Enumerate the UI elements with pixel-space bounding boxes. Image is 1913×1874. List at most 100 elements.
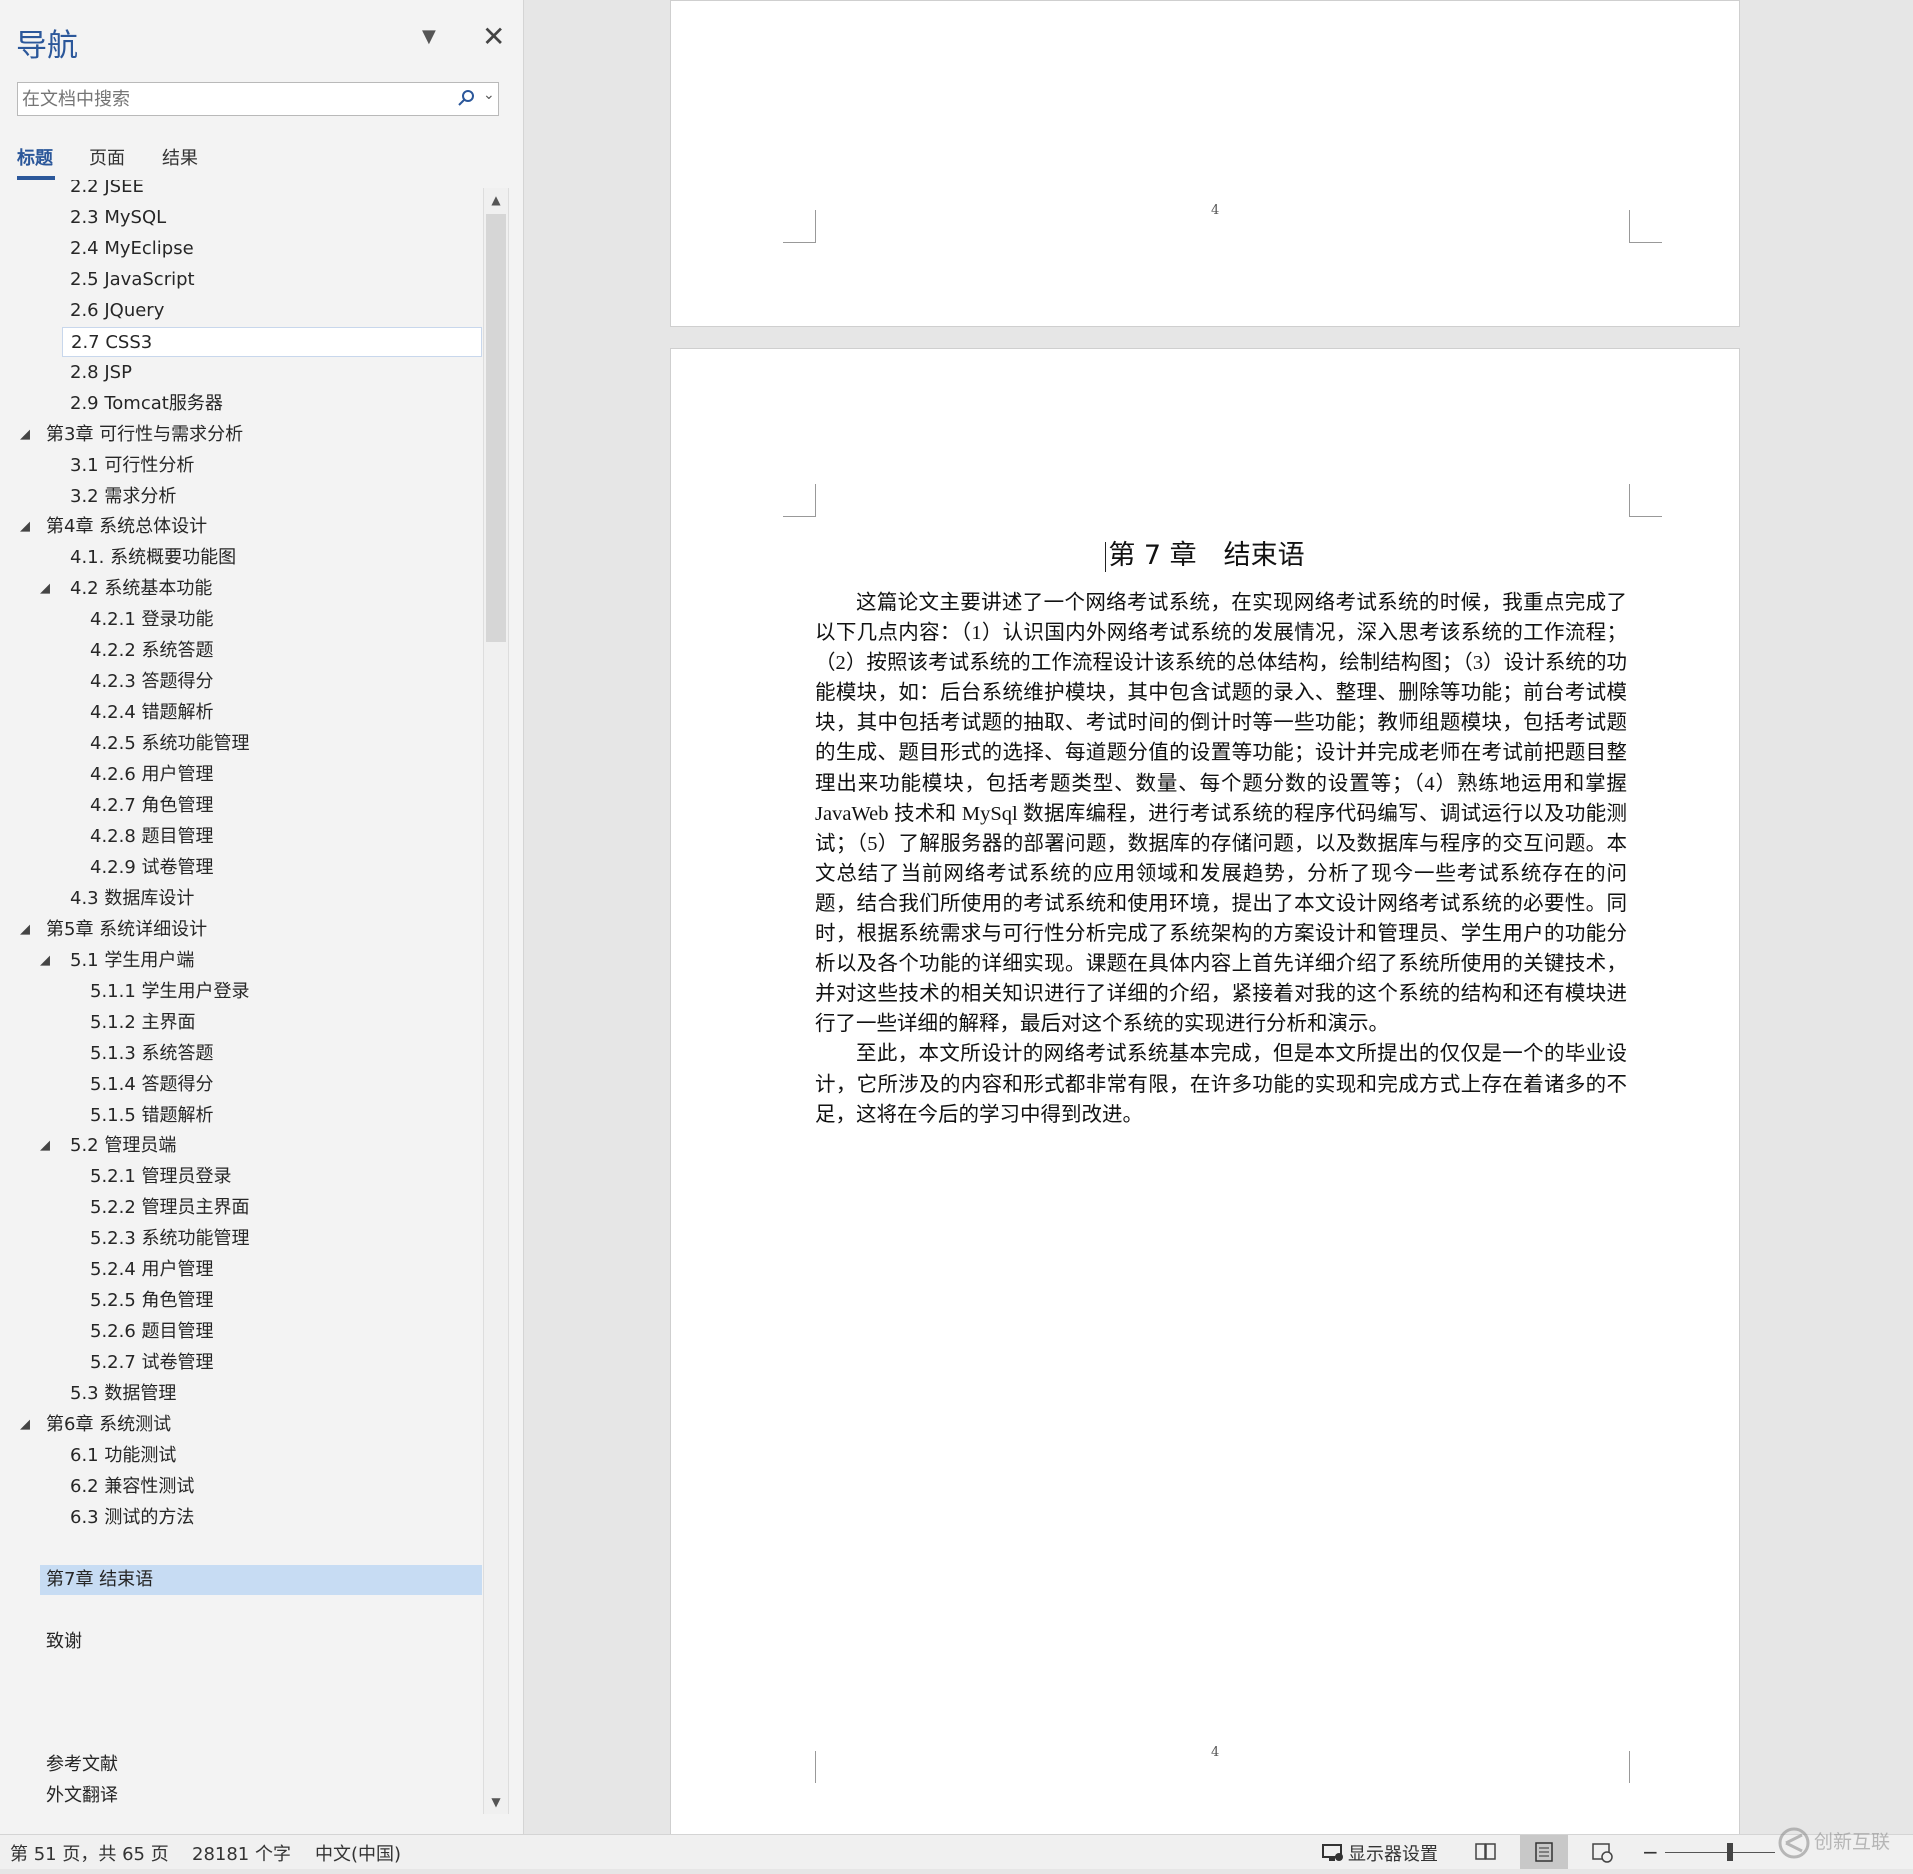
heading-item[interactable]: 2.8 JSP: [0, 358, 482, 388]
heading-item[interactable]: 5.2.6 题目管理: [0, 1317, 482, 1347]
heading-item[interactable]: 4.2.6 用户管理: [0, 760, 482, 790]
chevron-down-icon[interactable]: ▼: [422, 26, 436, 47]
heading-item[interactable]: 6.2 兼容性测试: [0, 1472, 482, 1502]
expand-triangle-icon[interactable]: ◢: [40, 1131, 50, 1161]
heading-item-label: 2.9 Tomcat服务器: [70, 392, 223, 414]
heading-item[interactable]: ◢ 4.2 系统基本功能: [0, 574, 482, 604]
heading-item[interactable]: 2.7 CSS3: [62, 326, 482, 357]
heading-item-label: 3.2 需求分析: [70, 485, 177, 507]
heading-item[interactable]: 2.3 MySQL: [0, 203, 482, 233]
heading-item[interactable]: 5.2.1 管理员登录: [0, 1162, 482, 1192]
heading-item[interactable]: 4.2.3 答题得分: [0, 667, 482, 697]
heading-item[interactable]: 2.5 JavaScript: [0, 265, 482, 295]
scrollbar-thumb[interactable]: [486, 214, 506, 642]
heading-item[interactable]: 3.2 需求分析: [0, 482, 482, 512]
display-settings-label[interactable]: 显示器设置: [1348, 1840, 1438, 1866]
expand-triangle-icon[interactable]: ◢: [20, 512, 30, 542]
heading-item[interactable]: 4.2.8 题目管理: [0, 822, 482, 852]
heading-item-label: 2.3 MySQL: [70, 206, 167, 228]
paragraph[interactable]: 至此，本文所设计的网络考试系统基本完成，但是本文所提出的仅仅是一个的毕业设计，它…: [815, 1039, 1627, 1129]
scroll-down-icon[interactable]: ▼: [484, 1790, 508, 1814]
heading-item[interactable]: 2.2 JSEE: [0, 180, 482, 202]
expand-triangle-icon[interactable]: ◢: [40, 946, 50, 976]
body-text[interactable]: 这篇论文主要讲述了一个网络考试系统，在实现网络考试系统的时候，我重点完成了以下几…: [815, 588, 1627, 1130]
heading-item[interactable]: 2.6 JQuery: [0, 296, 482, 326]
heading-item[interactable]: 4.2.2 系统答题: [0, 636, 482, 666]
heading-item[interactable]: ◢ 5.1 学生用户端: [0, 946, 482, 976]
expand-triangle-icon[interactable]: ◢: [20, 420, 30, 450]
page-previous[interactable]: 4: [670, 0, 1740, 327]
heading-item[interactable]: 4.1. 系统概要功能图: [0, 543, 482, 573]
heading-item[interactable]: 5.1.1 学生用户登录: [0, 977, 482, 1007]
heading-item[interactable]: 5.3 数据管理: [0, 1379, 482, 1409]
heading-item[interactable]: 5.2.2 管理员主界面: [0, 1193, 482, 1223]
heading-item[interactable]: 4.2.5 系统功能管理: [0, 729, 482, 759]
heading-item[interactable]: 4.2.7 角色管理: [0, 791, 482, 821]
heading-item[interactable]: 2.9 Tomcat服务器: [0, 389, 482, 419]
heading-item-label: 4.2.9 试卷管理: [90, 856, 214, 878]
heading-item[interactable]: ◢ 第3章 可行性与需求分析: [0, 420, 482, 450]
page-info[interactable]: 第 51 页，共 65 页: [10, 1840, 169, 1866]
heading-item[interactable]: ◢ 第4章 系统总体设计: [0, 512, 482, 542]
web-layout-button[interactable]: [1578, 1835, 1626, 1869]
heading-item[interactable]: 5.1.2 主界面: [0, 1008, 482, 1038]
print-layout-button[interactable]: [1520, 1835, 1568, 1869]
heading-item-label: 5.1.2 主界面: [90, 1011, 196, 1033]
heading-item[interactable]: 第7章 结束语: [40, 1564, 482, 1595]
search-box[interactable]: ⌄: [17, 82, 499, 116]
heading-item-label: 第6章 系统测试: [46, 1414, 172, 1435]
search-input[interactable]: [20, 85, 444, 113]
close-icon[interactable]: ✕: [482, 20, 505, 53]
language[interactable]: 中文(中国): [315, 1840, 401, 1866]
zoom-out-button[interactable]: −: [1642, 1840, 1659, 1864]
heading-item-label: 第3章 可行性与需求分析: [46, 423, 244, 445]
heading-item-label: 4.2.7 角色管理: [90, 795, 214, 816]
heading-item[interactable]: 5.2.5 角色管理: [0, 1286, 482, 1316]
chapter-heading[interactable]: 第 7 章 结束语: [671, 533, 1739, 572]
heading-item[interactable]: 5.2.3 系统功能管理: [0, 1224, 482, 1254]
display-settings-icon[interactable]: [1322, 1843, 1344, 1863]
margin-corner-mark: [783, 1751, 816, 1783]
heading-item[interactable]: 4.3 数据库设计: [0, 884, 482, 914]
heading-item-label: 3.1 可行性分析: [70, 454, 195, 476]
expand-triangle-icon[interactable]: ◢: [20, 915, 30, 945]
tab-pages[interactable]: 页面: [89, 144, 125, 170]
search-options-chevron-icon[interactable]: ⌄: [483, 87, 495, 103]
heading-item-label: 5.2.4 用户管理: [90, 1259, 214, 1281]
heading-item[interactable]: 4.2.1 登录功能: [0, 605, 482, 635]
heading-item[interactable]: 2.4 MyEclipse: [0, 234, 482, 264]
heading-item-label: 第4章 系统总体设计: [46, 516, 208, 538]
heading-item[interactable]: 5.1.4 答题得分: [0, 1070, 482, 1100]
document-area[interactable]: 4 第 7 章 结束语 这篇论文主要讲述了一个网络考试系统，在实现网络考试系统的…: [524, 0, 1913, 1834]
paragraph[interactable]: 这篇论文主要讲述了一个网络考试系统，在实现网络考试系统的时候，我重点完成了以下几…: [815, 588, 1627, 1039]
heading-item[interactable]: 3.1 可行性分析: [0, 451, 482, 481]
heading-item[interactable]: ◢ 第6章 系统测试: [0, 1410, 482, 1440]
page-current[interactable]: 第 7 章 结束语 这篇论文主要讲述了一个网络考试系统，在实现网络考试系统的时候…: [670, 348, 1740, 1834]
heading-item[interactable]: 参考文献: [0, 1750, 482, 1780]
word-count[interactable]: 28181 个字: [192, 1840, 291, 1866]
heading-item[interactable]: 5.2.4 用户管理: [0, 1255, 482, 1285]
heading-item[interactable]: 6.1 功能测试: [0, 1441, 482, 1471]
heading-item[interactable]: 5.1.3 系统答题: [0, 1039, 482, 1069]
tab-headings[interactable]: 标题: [17, 144, 53, 170]
tab-results[interactable]: 结果: [162, 144, 198, 170]
heading-item[interactable]: 6.3 测试的方法: [0, 1503, 482, 1533]
heading-item[interactable]: 5.2.7 试卷管理: [0, 1348, 482, 1378]
scroll-up-icon[interactable]: ▲: [484, 188, 508, 212]
heading-item[interactable]: ◢ 5.2 管理员端: [0, 1131, 482, 1161]
heading-item[interactable]: 致谢: [0, 1627, 482, 1657]
heading-item[interactable]: 4.2.4 错题解析: [0, 698, 482, 728]
zoom-slider-thumb[interactable]: [1727, 1843, 1733, 1861]
heading-item[interactable]: 4.2.9 试卷管理: [0, 853, 482, 883]
heading-item[interactable]: ◢ 第5章 系统详细设计: [0, 915, 482, 945]
read-mode-button[interactable]: [1462, 1835, 1510, 1869]
web-layout-icon: [1592, 1843, 1613, 1863]
heading-item-label: 6.2 兼容性测试: [70, 1475, 195, 1497]
heading-item[interactable]: 外文翻译: [0, 1781, 482, 1811]
expand-triangle-icon[interactable]: ◢: [40, 574, 50, 604]
zoom-slider-track[interactable]: [1665, 1852, 1775, 1853]
search-icon[interactable]: [456, 87, 478, 109]
expand-triangle-icon[interactable]: ◢: [20, 1410, 30, 1440]
heading-item[interactable]: 5.1.5 错题解析: [0, 1101, 482, 1131]
nav-scrollbar[interactable]: ▲ ▼: [483, 188, 509, 1814]
